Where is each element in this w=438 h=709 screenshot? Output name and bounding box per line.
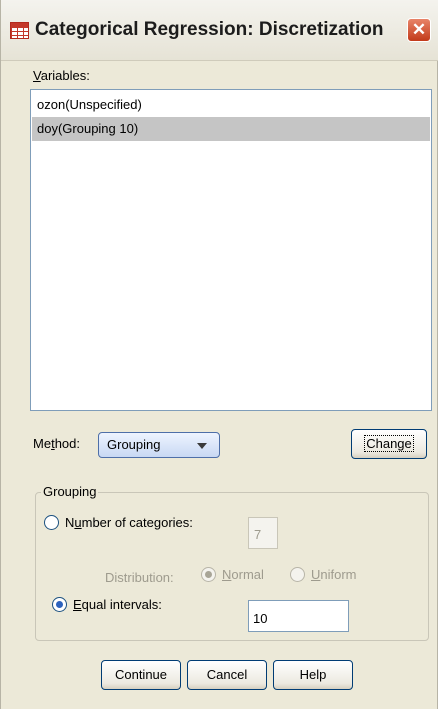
equal-intervals-radio[interactable] xyxy=(52,597,67,612)
list-item[interactable]: ozon(Unspecified) xyxy=(32,93,430,117)
help-button[interactable]: Help xyxy=(273,660,353,690)
change-button[interactable]: Change xyxy=(351,429,427,459)
variables-label: Variables: xyxy=(33,68,90,83)
change-label: Change xyxy=(364,435,414,452)
grouping-title: Grouping xyxy=(41,484,99,499)
number-of-categories-label: Number of categories: xyxy=(65,515,193,530)
normal-label: Normal xyxy=(222,567,264,582)
list-item[interactable]: doy(Grouping 10) xyxy=(32,117,430,141)
distribution-label: Distribution: xyxy=(105,570,174,585)
cancel-button[interactable]: Cancel xyxy=(187,660,267,690)
continue-button[interactable]: Continue xyxy=(101,660,181,690)
method-value: Grouping xyxy=(107,437,161,452)
equal-intervals-label: Equal intervals: xyxy=(73,597,162,612)
uniform-radio[interactable] xyxy=(290,567,305,582)
chevron-down-icon xyxy=(197,443,207,449)
number-of-categories-radio[interactable] xyxy=(44,515,59,530)
window-title: Categorical Regression: Discretization xyxy=(35,19,384,40)
method-label: Method: xyxy=(33,436,80,451)
number-of-categories-input[interactable]: 7 xyxy=(248,517,278,549)
uniform-label: Uniform xyxy=(311,567,357,582)
normal-radio[interactable] xyxy=(201,567,216,582)
method-dropdown[interactable]: Grouping xyxy=(98,432,220,458)
equal-intervals-input[interactable]: 10 xyxy=(248,600,349,632)
variables-list[interactable]: ozon(Unspecified) doy(Grouping 10) xyxy=(30,89,432,411)
discretization-dialog: Categorical Regression: Discretization ✕… xyxy=(0,0,438,709)
title-bar[interactable]: Categorical Regression: Discretization ✕ xyxy=(1,0,438,61)
spss-table-icon xyxy=(10,22,29,39)
close-icon[interactable]: ✕ xyxy=(407,18,431,42)
